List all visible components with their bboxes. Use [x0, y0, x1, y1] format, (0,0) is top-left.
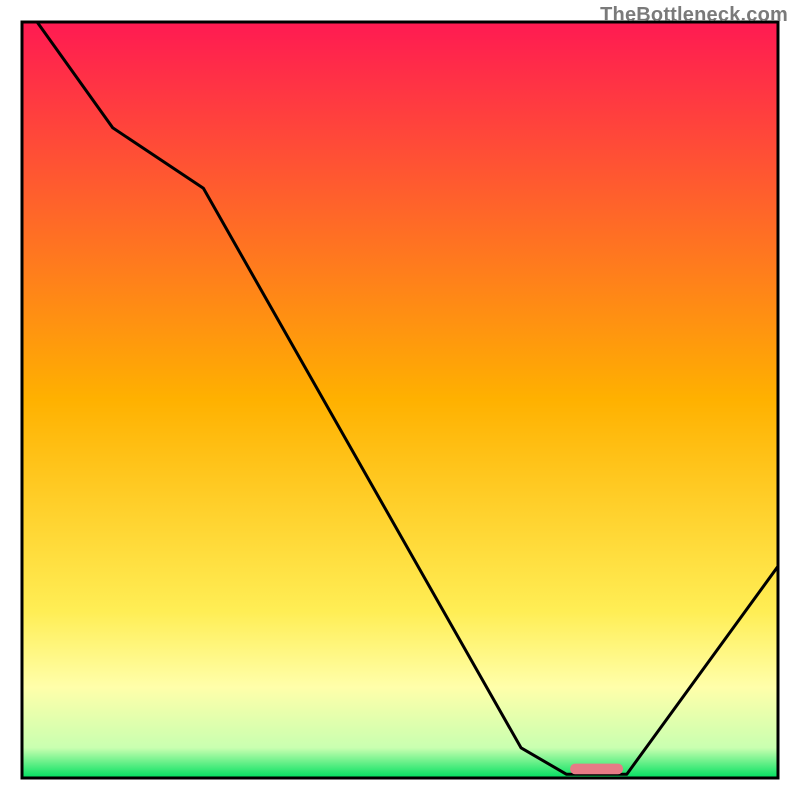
chart-stage: TheBottleneck.com [0, 0, 800, 800]
plot-background [22, 22, 778, 778]
optimal-zone-marker [570, 764, 623, 775]
bottleneck-chart [0, 0, 800, 800]
watermark-text: TheBottleneck.com [600, 4, 788, 27]
